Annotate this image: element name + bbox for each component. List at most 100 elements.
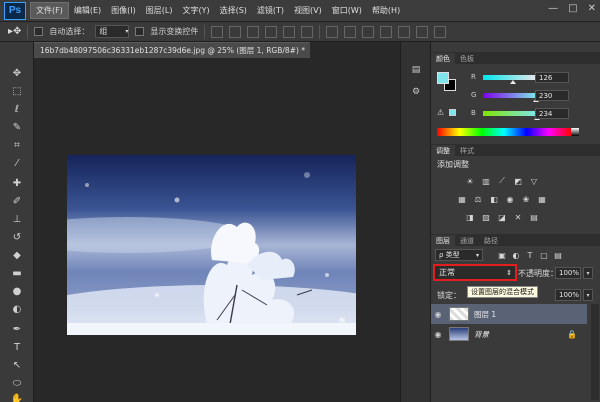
- hue-saturation-icon[interactable]: ▦: [457, 194, 467, 204]
- menu-window[interactable]: 窗口(W): [327, 3, 367, 18]
- posterize-icon[interactable]: ▨: [481, 212, 491, 222]
- color-lookup-icon[interactable]: ▦: [537, 194, 547, 204]
- clone-stamp-tool-icon[interactable]: ⊥: [9, 212, 25, 226]
- distribute-left-icon[interactable]: [380, 25, 393, 38]
- distribute-top-icon[interactable]: [326, 25, 339, 38]
- tab-adjustments[interactable]: 调整: [431, 145, 455, 156]
- gamut-warning-icon[interactable]: ⚠: [437, 108, 444, 117]
- filter-smart-object-icon[interactable]: ▤: [553, 250, 563, 260]
- move-tool-preset-icon[interactable]: ▸✥: [8, 26, 21, 37]
- history-panel-icon[interactable]: ▤: [408, 62, 424, 78]
- distribute-middle-icon[interactable]: [344, 25, 357, 38]
- history-brush-tool-icon[interactable]: ↺: [9, 230, 25, 244]
- crop-tool-icon[interactable]: ⌗: [9, 138, 25, 152]
- layer-row-layer1[interactable]: ◉ 图层 1: [431, 304, 587, 324]
- green-slider[interactable]: [483, 92, 541, 102]
- brush-tool-icon[interactable]: ✐: [9, 194, 25, 208]
- levels-icon[interactable]: ▥: [481, 176, 491, 186]
- opacity-input[interactable]: 100%: [555, 267, 581, 279]
- menu-filter[interactable]: 滤镜(T): [252, 3, 289, 18]
- layer-row-background[interactable]: ◉ 背景 🔒: [431, 324, 587, 344]
- menu-image[interactable]: 图像(I): [106, 3, 141, 18]
- tab-swatches[interactable]: 色板: [455, 53, 479, 64]
- slider-thumb[interactable]: [510, 79, 516, 84]
- distribute-right-icon[interactable]: [416, 25, 429, 38]
- menu-help[interactable]: 帮助(H): [367, 3, 405, 18]
- align-center-icon[interactable]: [283, 25, 296, 38]
- eraser-tool-icon[interactable]: ◆: [9, 248, 25, 262]
- layer-filter-kind[interactable]: ρ 类型 ▾: [435, 249, 483, 261]
- blue-value-input[interactable]: 234: [535, 108, 569, 119]
- maximize-button[interactable]: □: [568, 3, 577, 14]
- show-transform-checkbox[interactable]: [135, 27, 145, 36]
- distribute-bottom-icon[interactable]: [362, 25, 375, 38]
- distribute-center-icon[interactable]: [398, 25, 411, 38]
- color-spectrum-bar[interactable]: [437, 128, 571, 136]
- align-right-icon[interactable]: [301, 25, 314, 38]
- align-bottom-icon[interactable]: [247, 25, 260, 38]
- menu-edit[interactable]: 编辑(E): [69, 3, 106, 18]
- fill-input[interactable]: 100%: [555, 289, 581, 301]
- align-left-icon[interactable]: [265, 25, 278, 38]
- close-tab-icon[interactable]: ×: [309, 46, 310, 55]
- marquee-tool-icon[interactable]: ⬚: [9, 84, 25, 98]
- move-tool-icon[interactable]: ✥: [9, 66, 25, 80]
- path-select-tool-icon[interactable]: ↖: [9, 358, 25, 372]
- tab-paths[interactable]: 路径: [479, 235, 503, 246]
- blend-mode-select[interactable]: 正常 ⇕: [433, 264, 517, 281]
- web-safe-swatch[interactable]: [449, 109, 456, 116]
- grey-ramp[interactable]: [571, 128, 579, 136]
- tab-channels[interactable]: 通道: [455, 235, 479, 246]
- menu-file[interactable]: 文件(F): [30, 2, 69, 19]
- invert-icon[interactable]: ◨: [465, 212, 475, 222]
- opacity-dropdown-icon[interactable]: ▾: [583, 267, 593, 279]
- eyedropper-tool-icon[interactable]: ⁄: [9, 156, 25, 170]
- threshold-icon[interactable]: ◪: [497, 212, 507, 222]
- healing-brush-tool-icon[interactable]: ✚: [9, 176, 25, 190]
- exposure-icon[interactable]: ◩: [513, 176, 523, 186]
- color-balance-icon[interactable]: ⚖: [473, 194, 483, 204]
- visibility-eye-icon[interactable]: ◉: [431, 330, 445, 339]
- close-button[interactable]: ✕: [588, 3, 596, 14]
- auto-select-dropdown[interactable]: 组 ▾: [95, 25, 130, 38]
- auto-align-icon[interactable]: [434, 25, 447, 38]
- blur-tool-icon[interactable]: ●: [9, 284, 25, 298]
- selective-color-icon[interactable]: ✕: [513, 212, 523, 222]
- photo-filter-icon[interactable]: ◉: [505, 194, 515, 204]
- dodge-tool-icon[interactable]: ◐: [9, 302, 25, 316]
- menu-type[interactable]: 文字(Y): [177, 3, 214, 18]
- vibrance-icon[interactable]: ▽: [529, 176, 539, 186]
- red-slider[interactable]: [483, 74, 541, 84]
- hand-tool-icon[interactable]: ✋: [9, 392, 25, 402]
- lasso-tool-icon[interactable]: ℓ: [9, 102, 25, 116]
- gradient-tool-icon[interactable]: ▬: [9, 266, 25, 280]
- curves-icon[interactable]: ⟋: [497, 176, 507, 186]
- visibility-eye-icon[interactable]: ◉: [431, 310, 445, 319]
- blue-slider[interactable]: [483, 110, 541, 120]
- fill-dropdown-icon[interactable]: ▾: [583, 289, 593, 301]
- channel-mixer-icon[interactable]: ❀: [521, 194, 531, 204]
- type-tool-icon[interactable]: T: [9, 340, 25, 354]
- properties-panel-icon[interactable]: ⚙: [408, 84, 424, 100]
- quick-select-tool-icon[interactable]: ✎: [9, 120, 25, 134]
- pen-tool-icon[interactable]: ✒: [9, 322, 25, 336]
- menu-select[interactable]: 选择(S): [215, 3, 252, 18]
- tab-styles[interactable]: 样式: [455, 145, 479, 156]
- gradient-map-icon[interactable]: ▤: [529, 212, 539, 222]
- filter-pixel-icon[interactable]: ▣: [497, 250, 507, 260]
- foreground-color-swatch[interactable]: [437, 72, 449, 84]
- document-tab[interactable]: 16b7db48097506c36331eb1287c39d6e.jpg @ 2…: [34, 42, 310, 58]
- brightness-contrast-icon[interactable]: ☀: [465, 176, 475, 186]
- shape-tool-icon[interactable]: ⬭: [9, 376, 25, 390]
- tab-color[interactable]: 颜色: [431, 53, 455, 64]
- canvas-area[interactable]: [34, 58, 400, 402]
- align-top-icon[interactable]: [211, 25, 224, 38]
- filter-adjustment-icon[interactable]: ◐: [511, 250, 521, 260]
- minimize-button[interactable]: —: [548, 3, 558, 14]
- menu-layer[interactable]: 图层(L): [141, 3, 178, 18]
- filter-shape-icon[interactable]: ▢: [539, 250, 549, 260]
- filter-type-icon[interactable]: T: [525, 250, 535, 260]
- black-white-icon[interactable]: ◧: [489, 194, 499, 204]
- green-value-input[interactable]: 230: [535, 90, 569, 101]
- auto-select-checkbox[interactable]: [34, 27, 44, 36]
